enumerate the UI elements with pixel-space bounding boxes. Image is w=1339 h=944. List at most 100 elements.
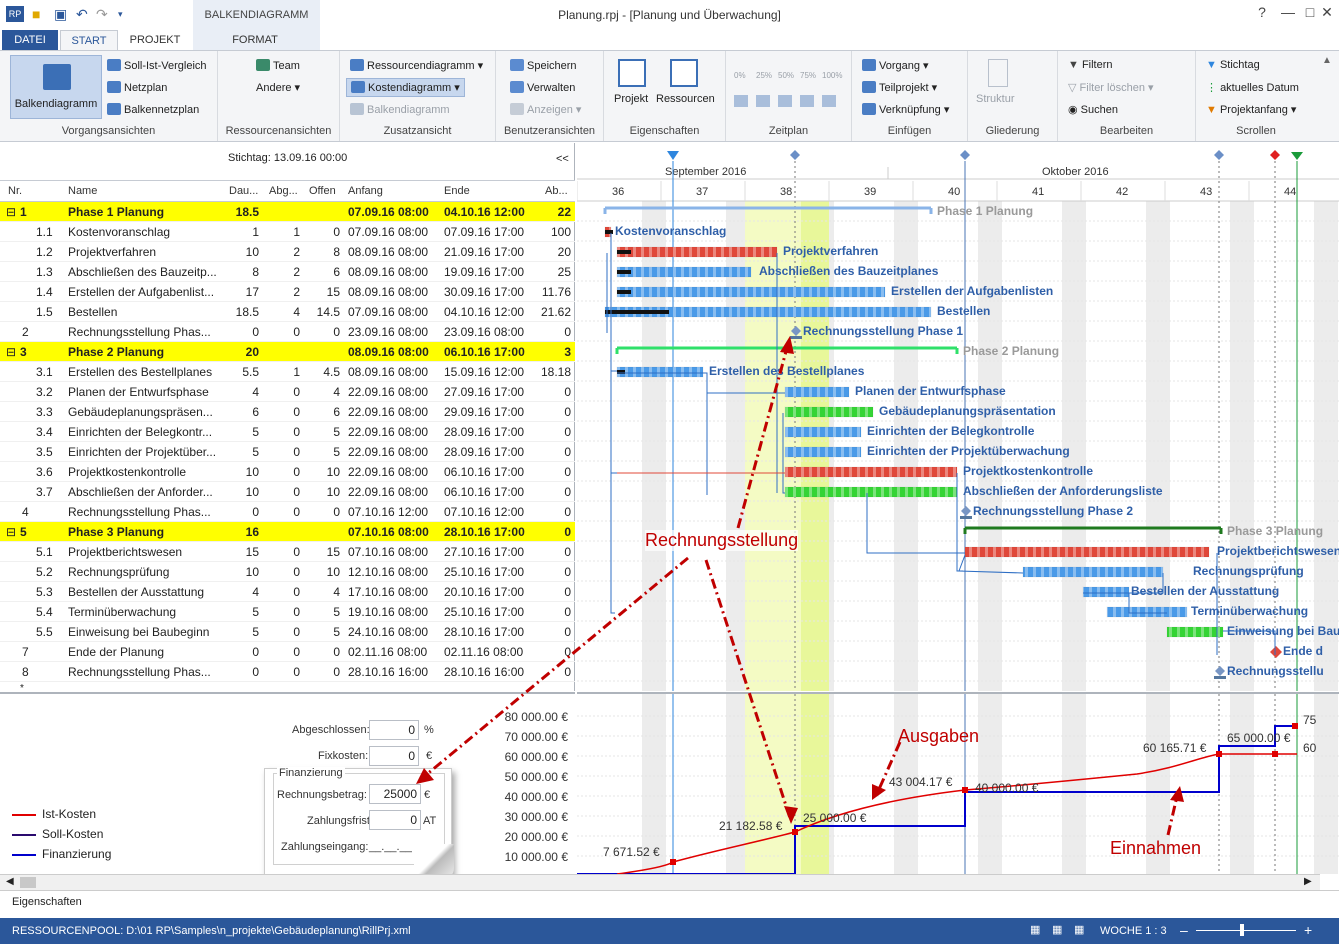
- cell-dau[interactable]: 18.5: [236, 205, 259, 219]
- cell-nr[interactable]: 3: [20, 345, 27, 359]
- table-row[interactable]: 5.5 Einweisung bei Baubeginn 5 0 5 24.10.16 0…: [0, 622, 575, 642]
- cell-dau[interactable]: 6: [252, 405, 259, 419]
- cell-dau[interactable]: 8: [252, 265, 259, 279]
- cell-name[interactable]: Phase 3 Planung: [68, 525, 220, 539]
- cell-name[interactable]: Einweisung bei Baubeginn: [68, 625, 220, 639]
- cell-anf[interactable]: 07.10.16 08:00: [348, 545, 428, 559]
- cell-anf[interactable]: 08.09.16 08:00: [348, 345, 429, 359]
- cell-ab[interactable]: 0: [564, 645, 571, 659]
- cell-anf[interactable]: 07.10.16 12:00: [348, 505, 428, 519]
- cell-nr[interactable]: 3.7: [36, 485, 53, 499]
- structure-icon[interactable]: [988, 59, 1008, 87]
- cell-name[interactable]: Ende der Planung: [68, 645, 220, 659]
- collapse-ribbon-icon[interactable]: ▲: [1322, 55, 1332, 66]
- scroll-left-icon[interactable]: ◀: [6, 876, 14, 887]
- cell-end[interactable]: 07.09.16 17:00: [444, 225, 524, 239]
- cell-nr[interactable]: 1: [20, 205, 27, 219]
- cell-ab[interactable]: 0: [564, 425, 571, 439]
- table-view-icon[interactable]: ▦: [1030, 923, 1040, 936]
- verknuepfung-button[interactable]: Verknüpfung ▾: [862, 103, 949, 116]
- phase-row[interactable]: ⊟ 1 Phase 1 Planung 18.5 07.09.16 08:00 04.10…: [0, 202, 575, 222]
- cell-nr[interactable]: 8: [22, 665, 29, 679]
- tab-format[interactable]: FORMAT: [200, 30, 310, 50]
- cell-ab[interactable]: 0: [564, 585, 571, 599]
- progress-0-button[interactable]: 0%: [734, 71, 746, 80]
- cell-nr[interactable]: 1.3: [36, 265, 53, 279]
- cell-abg[interactable]: 2: [293, 285, 300, 299]
- struktur-button[interactable]: Struktur: [976, 93, 1015, 105]
- cell-name[interactable]: Bestellen: [68, 305, 220, 319]
- cell-nr[interactable]: 5: [20, 525, 27, 539]
- cell-anf[interactable]: 23.09.16 08:00: [348, 325, 428, 339]
- cell-off[interactable]: 6: [333, 405, 340, 419]
- cell-end[interactable]: 28.09.16 17:00: [444, 425, 524, 439]
- cell-nr[interactable]: 1.1: [36, 225, 53, 239]
- cell-dau[interactable]: 17: [246, 285, 259, 299]
- cell-name[interactable]: Rechnungsstellung Phas...: [68, 665, 220, 679]
- cell-ab[interactable]: 0: [564, 545, 571, 559]
- cell-name[interactable]: Erstellen des Bestellplanes: [68, 365, 220, 379]
- cell-dau[interactable]: 10: [246, 565, 259, 579]
- cell-name[interactable]: Rechnungsstellung Phas...: [68, 505, 220, 519]
- cell-end[interactable]: 28.09.16 17:00: [444, 445, 524, 459]
- cell-name[interactable]: Gebäudeplanungspräsen...: [68, 405, 220, 419]
- cell-nr[interactable]: 5.1: [36, 545, 53, 559]
- andere-button[interactable]: Andere ▾: [256, 81, 300, 94]
- zoom-in-icon[interactable]: +: [1304, 922, 1312, 938]
- team-button[interactable]: Team: [256, 59, 300, 72]
- col-offen[interactable]: Offen: [309, 185, 336, 197]
- cell-end[interactable]: 04.10.16 12:00: [444, 305, 524, 319]
- cell-dau[interactable]: 0: [252, 645, 259, 659]
- cell-off[interactable]: 4.5: [323, 365, 340, 379]
- cell-dau[interactable]: 10: [246, 245, 259, 259]
- cell-end[interactable]: 06.10.16 17:00: [444, 465, 524, 479]
- table-row[interactable]: 5.2 Rechnungsprüfung 10 0 10 12.10.16 08:00 25…: [0, 562, 575, 582]
- cell-dau[interactable]: 5: [252, 605, 259, 619]
- cell-off[interactable]: 15: [327, 285, 340, 299]
- cell-dau[interactable]: 16: [246, 525, 259, 539]
- table-row[interactable]: 3.1 Erstellen des Bestellplanes 5.5 1 4.5 08.…: [0, 362, 575, 382]
- cell-abg[interactable]: 4: [293, 305, 300, 319]
- cell-end[interactable]: 04.10.16 12:00: [444, 205, 525, 219]
- cell-abg[interactable]: 0: [293, 565, 300, 579]
- cell-dau[interactable]: 5: [252, 625, 259, 639]
- cell-dau[interactable]: 18.5: [236, 305, 259, 319]
- table-row[interactable]: 3.4 Einrichten der Belegkontr... 5 0 5 22.09.…: [0, 422, 575, 442]
- cell-abg[interactable]: 0: [293, 485, 300, 499]
- cell-name[interactable]: Abschließen der Anforder...: [68, 485, 220, 499]
- table-row[interactable]: 8 Rechnungsstellung Phas... 0 0 0 28.10.16 16…: [0, 662, 575, 682]
- cell-abg[interactable]: 2: [293, 265, 300, 279]
- cell-anf[interactable]: 08.09.16 08:00: [348, 245, 428, 259]
- cell-dau[interactable]: 10: [246, 485, 259, 499]
- suchen-button[interactable]: ◉ Suchen: [1068, 103, 1118, 116]
- cell-dau[interactable]: 20: [246, 345, 259, 359]
- zoom-slider[interactable]: [1196, 924, 1296, 936]
- cell-anf[interactable]: 08.09.16 08:00: [348, 285, 428, 299]
- cell-abg[interactable]: 0: [293, 325, 300, 339]
- collapse-table-button[interactable]: <<: [556, 153, 569, 165]
- cell-nr[interactable]: 3.3: [36, 405, 53, 419]
- cell-ab[interactable]: 18.18: [541, 365, 571, 379]
- cell-end[interactable]: 06.10.16 17:00: [444, 345, 525, 359]
- cell-end[interactable]: 19.09.16 17:00: [444, 265, 524, 279]
- cell-abg[interactable]: 1: [293, 365, 300, 379]
- horizontal-scrollbar[interactable]: ◀ ▶: [0, 874, 1320, 890]
- cell-ab[interactable]: 0: [564, 525, 571, 539]
- projekt-props-icon[interactable]: [618, 59, 646, 87]
- cell-name[interactable]: Rechnungsstellung Phas...: [68, 325, 220, 339]
- cell-abg[interactable]: 0: [293, 665, 300, 679]
- cell-dau[interactable]: 15: [246, 545, 259, 559]
- cell-off[interactable]: 14.5: [317, 305, 340, 319]
- cell-nr[interactable]: 7: [22, 645, 29, 659]
- cell-end[interactable]: 25.10.16 17:00: [444, 605, 524, 619]
- cell-end[interactable]: 07.10.16 12:00: [444, 505, 524, 519]
- collapse-toggle-icon[interactable]: ⊟: [6, 205, 16, 219]
- cell-off[interactable]: 4: [333, 585, 340, 599]
- cell-off[interactable]: 10: [327, 465, 340, 479]
- soll-ist-vergleich-button[interactable]: Soll-Ist-Vergleich: [107, 59, 207, 72]
- cell-dau[interactable]: 5.5: [242, 365, 259, 379]
- cell-end[interactable]: 27.09.16 17:00: [444, 385, 524, 399]
- cell-end[interactable]: 27.10.16 17:00: [444, 545, 524, 559]
- cell-ab[interactable]: 22: [558, 205, 571, 219]
- cell-end[interactable]: 28.10.16 17:00: [444, 625, 524, 639]
